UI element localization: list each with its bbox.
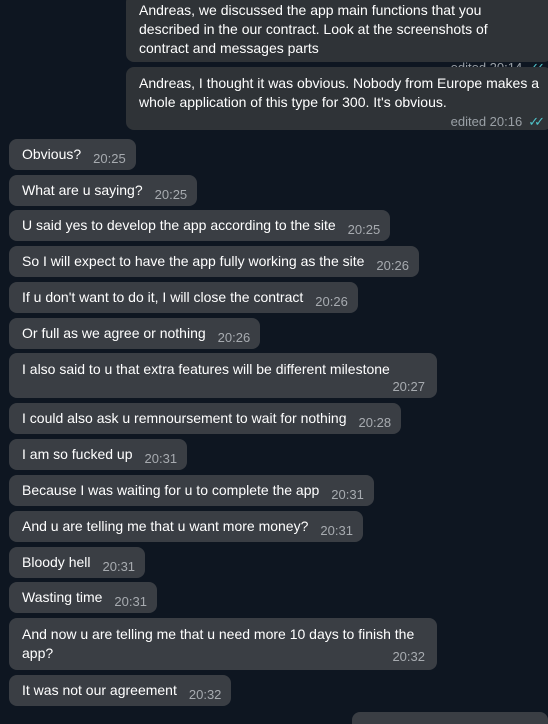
message-text: I am so fucked up: [22, 446, 133, 462]
message-time: 20:31: [331, 487, 364, 502]
outgoing-message[interactable]: Andreas, we discussed the app main funct…: [126, 0, 548, 75]
message-edited-time: edited 20:16: [450, 114, 523, 129]
message-time: 20:25: [347, 222, 381, 237]
message-text: Obvious?: [22, 146, 82, 162]
incoming-message[interactable]: And u are telling me that u want more mo…: [9, 511, 363, 542]
message-text: U said yes to develop the app according …: [22, 217, 336, 233]
message-text: What are u saying?: [22, 182, 143, 198]
message-time: 20:31: [102, 559, 136, 574]
message-text: If u don't want to do it, I will close t…: [22, 289, 304, 305]
incoming-message[interactable]: Because I was waiting for u to complete …: [9, 475, 374, 506]
message-time: 20:25: [154, 187, 188, 202]
chat-history[interactable]: Andreas, we discussed the app main funct…: [0, 0, 548, 724]
incoming-message[interactable]: And now u are telling me that u need mor…: [9, 618, 437, 670]
message-text: I also said to u that extra features wil…: [22, 361, 390, 377]
message-text: Wasting time: [22, 589, 103, 605]
incoming-message[interactable]: U said yes to develop the app according …: [9, 210, 391, 241]
message-meta: edited 20:16 ✓✓: [139, 114, 545, 130]
message-time: 20:26: [217, 330, 251, 345]
double-check-icon: ✓✓: [528, 114, 545, 129]
message-text: I could also ask u remnoursement to wait…: [22, 410, 347, 426]
message-time: 20:26: [315, 294, 348, 309]
incoming-message[interactable]: Obvious? 20:25: [9, 139, 136, 170]
message-time: 20:27: [392, 379, 425, 394]
message-text: It was not our agreement: [22, 682, 177, 698]
message-time: 20:25: [93, 151, 126, 166]
message-text: Andreas, we discussed the app main funct…: [139, 2, 488, 56]
message-time: 20:32: [392, 649, 425, 664]
incoming-message[interactable]: Wasting time 20:31: [9, 582, 157, 613]
incoming-message[interactable]: Bloody hell 20:31: [9, 547, 146, 578]
incoming-message[interactable]: I am so fucked up 20:31: [9, 439, 188, 470]
message-text: Andreas, I thought it was obvious. Nobod…: [139, 75, 539, 110]
incoming-message[interactable]: I also said to u that extra features wil…: [9, 353, 437, 398]
message-time: 20:31: [114, 594, 147, 609]
incoming-message[interactable]: It was not our agreement 20:32: [9, 675, 232, 706]
outgoing-message[interactable]: Andreas, I thought it was obvious. Nobod…: [126, 67, 548, 130]
message-time: 20:32: [188, 687, 222, 702]
message-time: 20:31: [144, 451, 178, 466]
message-text: Bloody hell: [22, 554, 91, 570]
outgoing-message-partial[interactable]: [352, 712, 548, 724]
message-text: Because I was waiting for u to complete …: [22, 482, 320, 498]
message-text: So I will expect to have the app fully w…: [22, 253, 365, 269]
message-time: 20:28: [358, 415, 392, 430]
incoming-message[interactable]: I could also ask u remnoursement to wait…: [9, 403, 402, 434]
incoming-message[interactable]: If u don't want to do it, I will close t…: [9, 282, 358, 313]
incoming-message[interactable]: Or full as we agree or nothing 20:26: [9, 318, 261, 349]
message-time: 20:26: [376, 258, 409, 273]
incoming-message[interactable]: So I will expect to have the app fully w…: [9, 246, 419, 277]
message-text: Or full as we agree or nothing: [22, 325, 206, 341]
incoming-message[interactable]: What are u saying? 20:25: [9, 175, 198, 206]
message-text: And u are telling me that u want more mo…: [22, 518, 309, 534]
message-time: 20:31: [320, 523, 353, 538]
